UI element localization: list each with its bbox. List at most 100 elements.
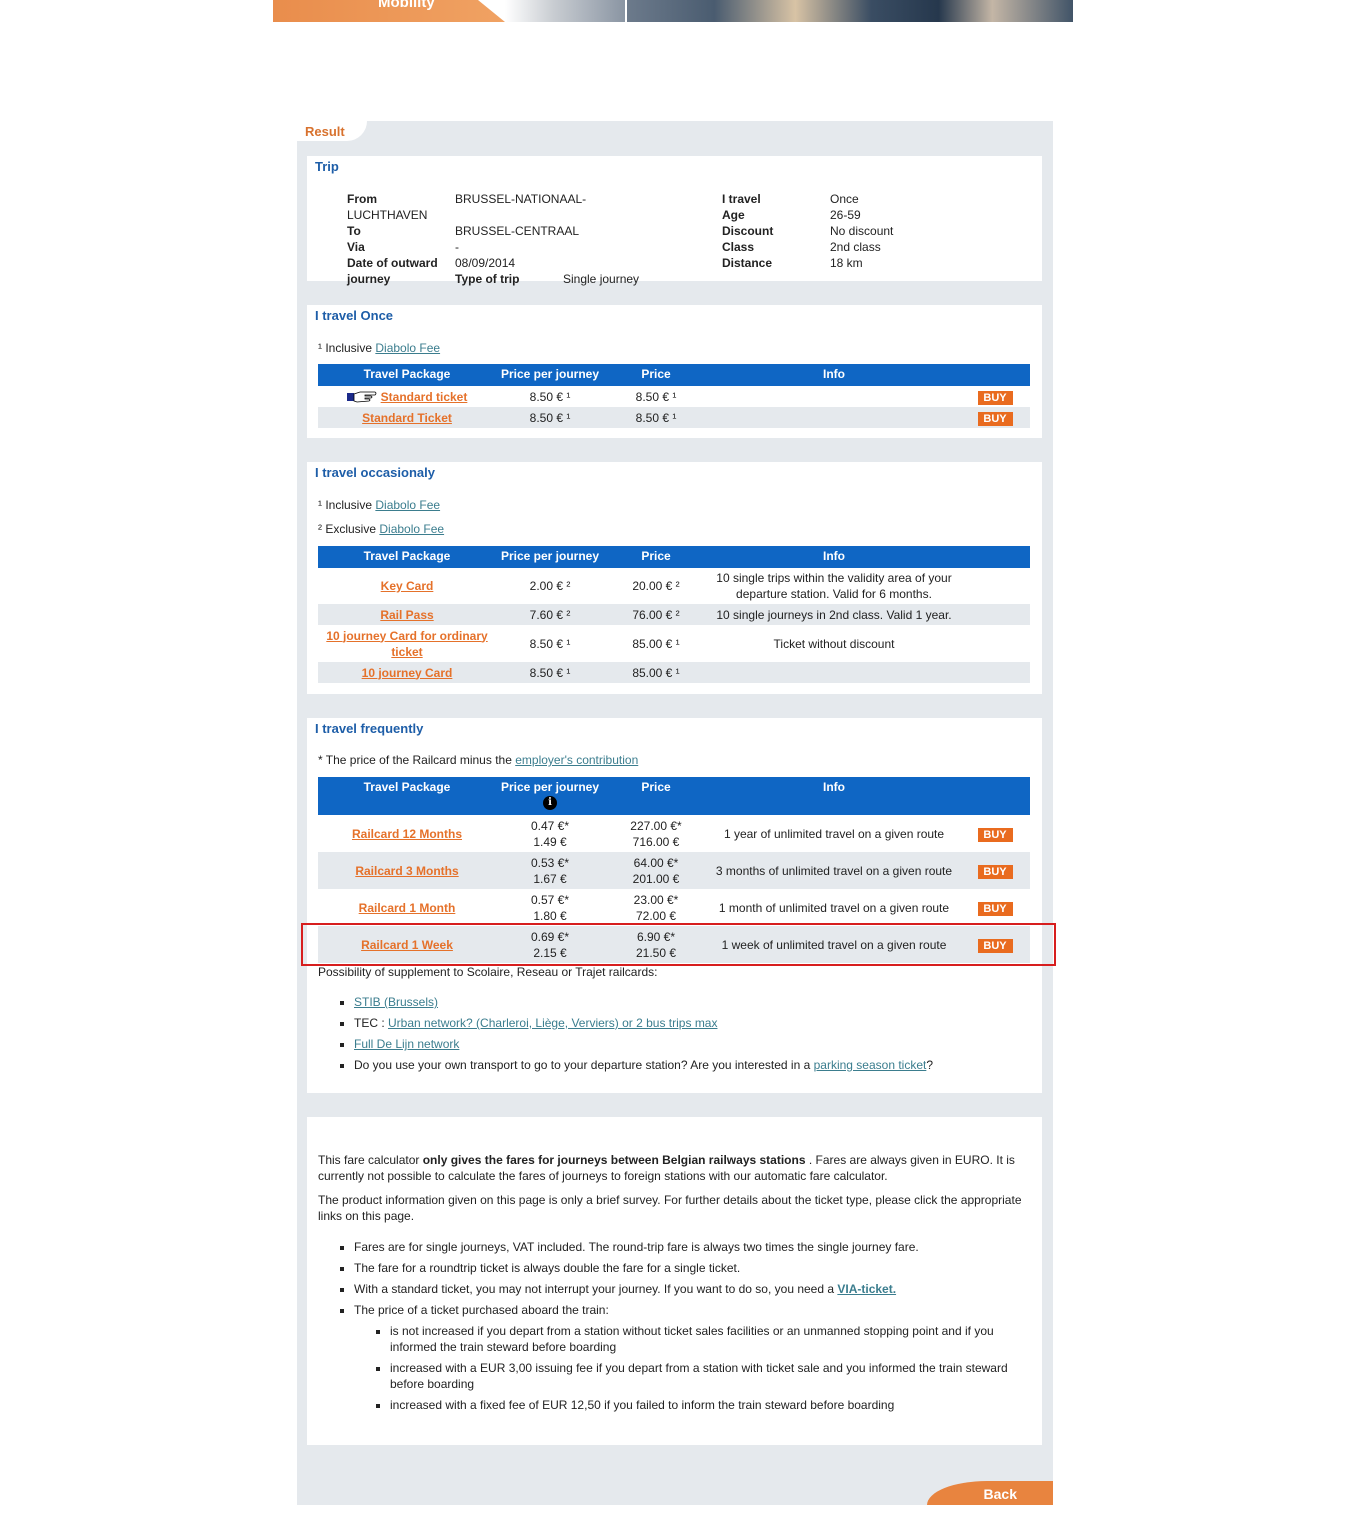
table-row: Standard Ticket 8.50 € ¹ 8.50 € ¹ BUY (318, 407, 1030, 428)
buy-button[interactable]: BUY (977, 864, 1013, 879)
stib-link[interactable]: STIB (Brussels) (354, 995, 438, 1009)
info-paragraph-1: This fare calculator only gives the fare… (318, 1153, 1015, 1183)
occasional-footnote-2: ² Exclusive Diabolo Fee (318, 522, 445, 536)
travel-frequent-panel: I travel frequently * The price of the R… (307, 718, 1042, 1093)
trip-class-label: Class (722, 240, 755, 254)
diabolo-fee-link[interactable]: Diabolo Fee (375, 498, 440, 512)
buy-button[interactable]: BUY (977, 390, 1013, 405)
table-row: Key Card 2.00 € ² 20.00 € ² 10 single tr… (380, 571, 952, 601)
banner-photo-left (505, 0, 625, 22)
buy-button[interactable]: BUY (977, 827, 1013, 842)
standard-ticket-link[interactable]: Standard Ticket (362, 411, 452, 425)
table-row: Rail Pass 7.60 € ² 76.00 € ² 10 single j… (318, 604, 1030, 625)
trip-from-label: From (347, 192, 377, 206)
pointing-hand-icon (346, 391, 377, 402)
trip-via-value: - (455, 240, 459, 254)
trip-itravel-label: I travel (722, 192, 761, 206)
employer-contribution-link[interactable]: employer's contribution (515, 753, 638, 767)
occasional-fare-table: Travel Package Price per journey Price I… (318, 546, 1030, 683)
trip-via-label: Via (347, 240, 365, 254)
banner-photo-people (625, 0, 1073, 22)
trip-age-value: 26-59 (830, 208, 861, 222)
once-fare-table: Travel Package Price per journey Price I… (318, 364, 1030, 428)
travel-occasional-title: I travel occasionaly (315, 465, 435, 480)
trip-to-value: BRUSSEL-CENTRAAL (455, 224, 580, 238)
trip-type-value: Single journey (563, 272, 640, 286)
table-row: Railcard 12 Months 0.47 €* 1.49 € 227.00 … (318, 815, 1030, 852)
list-item: is not increased if you depart from a st… (390, 1323, 1030, 1355)
railcard-1-week-link[interactable]: Railcard 1 Week (361, 938, 453, 952)
list-item: Full De Lijn network (354, 1036, 933, 1052)
parking-season-ticket-link[interactable]: parking season ticket (814, 1058, 927, 1072)
tec-link[interactable]: Urban network? (Charleroi, Liège, Vervie… (388, 1016, 717, 1030)
table-row: Railcard 1 Week 0.69 €* 2.15 € 6.90 €* 21.… (318, 926, 1030, 963)
trip-from-value: BRUSSEL-NATIONAAL- (455, 192, 587, 206)
trip-itravel-value: Once (830, 192, 859, 206)
list-item: The fare for a roundtrip ticket is alway… (354, 1260, 1030, 1276)
table-row: Standard ticket 8.50 € ¹ 8.50 € ¹ BUY (318, 386, 1030, 407)
info-paragraph-2: The product information given on this pa… (318, 1193, 1022, 1223)
frequent-fare-table: Travel Package Price per journey i Price … (318, 777, 1030, 963)
railcard-12-months-link[interactable]: Railcard 12 Months (352, 827, 462, 841)
table-header: Travel Package Price per journey i Price … (318, 777, 1030, 815)
list-item: Do you use your own transport to go to y… (354, 1057, 933, 1073)
banner-brand-text: Mobility (378, 0, 435, 11)
occasional-footnote-1: ¹ Inclusive Diabolo Fee (318, 498, 441, 512)
de-lijn-link[interactable]: Full De Lijn network (354, 1037, 459, 1051)
table-header: Travel Package Price per journey Price I… (318, 364, 1030, 386)
trip-distance-value: 18 km (830, 256, 863, 270)
10-journey-card-link[interactable]: 10 journey Card (362, 666, 453, 680)
diabolo-fee-link[interactable]: Diabolo Fee (375, 341, 440, 355)
trip-age-label: Age (722, 208, 745, 222)
travel-once-panel: I travel Once ¹ Inclusive Diabolo Fee Tr… (307, 305, 1042, 438)
list-item: increased with a EUR 3,00 issuing fee if… (390, 1360, 1030, 1392)
table-header: Travel Package Price per journey Price I… (318, 546, 1030, 568)
via-ticket-link[interactable]: VIA-ticket. (837, 1282, 896, 1296)
trip-to-label: To (347, 224, 361, 238)
travel-occasional-panel: I travel occasionaly ¹ Inclusive Diabolo… (307, 462, 1042, 694)
banner-divider (625, 0, 627, 22)
list-item: The price of a ticket purchased aboard t… (354, 1302, 1030, 1413)
railcard-1-month-link[interactable]: Railcard 1 Month (359, 901, 456, 915)
info-icon[interactable]: i (543, 796, 557, 810)
supplement-list: STIB (Brussels) TEC : Urban network? (Ch… (318, 994, 933, 1078)
buy-button[interactable]: BUY (977, 411, 1013, 426)
buy-button[interactable]: BUY (977, 938, 1013, 953)
key-card-link[interactable]: Key Card (381, 579, 434, 593)
standard-ticket-link[interactable]: Standard ticket (381, 390, 468, 404)
list-item: With a standard ticket, you may not inte… (354, 1281, 1030, 1297)
trip-date-value: 08/09/2014 (455, 256, 516, 270)
supplement-text: Possibility of supplement to Scolaire, R… (318, 965, 658, 979)
trip-title: Trip (315, 159, 339, 174)
trip-type-label: Type of trip (455, 272, 520, 286)
travel-once-title: I travel Once (315, 308, 394, 323)
10-journey-card-ordinary-link[interactable]: 10 journey Card for ordinary ticket (326, 629, 487, 659)
trip-from-value-cont: LUCHTHAVEN (347, 208, 428, 222)
result-tab-label: Result (305, 124, 345, 139)
diabolo-fee-link[interactable]: Diabolo Fee (379, 522, 444, 536)
list-item: Fares are for single journeys, VAT inclu… (354, 1239, 1030, 1255)
table-row: Railcard 3 Months 0.53 €* 1.67 € 64.00 €*… (318, 852, 1030, 889)
trip-panel: Trip From BRUSSEL-NATIONAAL- LUCHTHAVEN … (307, 156, 1042, 286)
rail-pass-link[interactable]: Rail Pass (380, 608, 433, 622)
info-sublist: is not increased if you depart from a st… (354, 1323, 1030, 1413)
table-row: 10 journey Card 8.50 € ¹ 85.00 € ¹ (318, 662, 1030, 683)
buy-button[interactable]: BUY (977, 901, 1013, 916)
list-item: STIB (Brussels) (354, 994, 933, 1010)
header-banner: Mobility (273, 0, 1073, 22)
table-row: 10 journey Card for ordinary ticket 8.50… (326, 628, 895, 659)
railcard-3-months-link[interactable]: Railcard 3 Months (355, 864, 458, 878)
travel-frequent-title: I travel frequently (315, 721, 424, 736)
trip-discount-label: Discount (722, 224, 774, 238)
info-list: Fares are for single journeys, VAT inclu… (318, 1239, 1030, 1418)
fare-info-panel: This fare calculator only gives the fare… (307, 1117, 1042, 1445)
frequent-footnote: * The price of the Railcard minus the em… (318, 753, 639, 767)
list-item: TEC : Urban network? (Charleroi, Liège, … (354, 1015, 933, 1031)
trip-date-label: Date of outward (347, 256, 438, 270)
list-item: increased with a fixed fee of EUR 12,50 … (390, 1397, 1030, 1413)
trip-date-label-cont: journey (347, 272, 391, 286)
trip-distance-label: Distance (722, 256, 773, 270)
once-footnote: ¹ Inclusive Diabolo Fee (318, 341, 441, 355)
trip-discount-value: No discount (830, 224, 894, 238)
result-container: Result Trip From BRUSSEL-NATIONAAL- LUCH… (297, 121, 1053, 1505)
